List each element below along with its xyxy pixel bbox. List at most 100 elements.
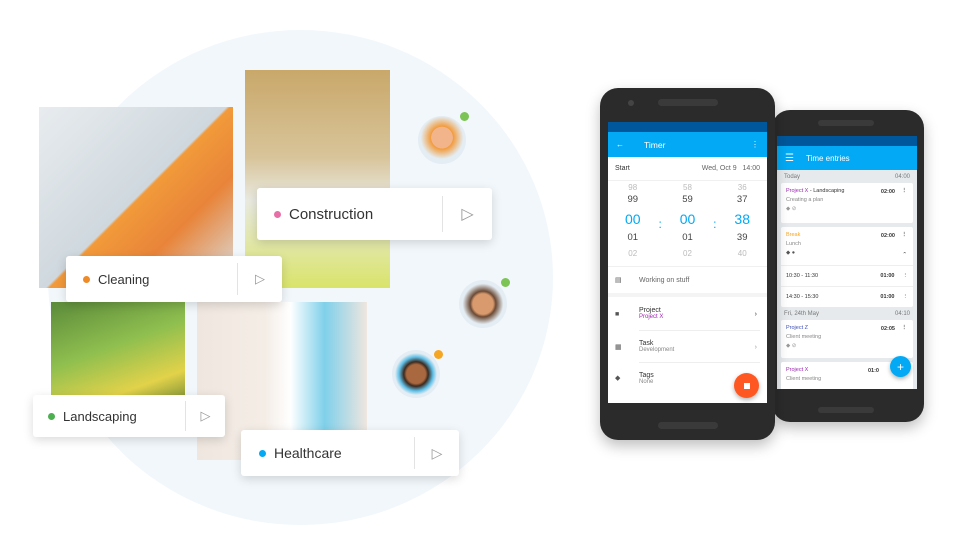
wheel-value: 98 (628, 183, 638, 192)
more-icon[interactable]: ⋮ (902, 232, 908, 238)
menu-icon[interactable]: ☰ (785, 153, 794, 164)
tags-value: None (639, 378, 654, 385)
project-row[interactable]: ■ Project Project X › (608, 297, 767, 331)
entry-project: Project X (786, 188, 809, 194)
description-text: Working on stuff (639, 276, 690, 284)
tag-icon: ◆ ● (786, 250, 796, 256)
task-value: Development (639, 347, 675, 353)
stop-icon (743, 382, 750, 389)
tag-icon: ◆ ⊘ (786, 343, 797, 349)
play-icon[interactable]: ▷ (442, 195, 492, 233)
stop-timer-button[interactable] (734, 373, 759, 398)
add-entry-button[interactable]: + (890, 356, 911, 377)
screen-title: Time entries (805, 153, 850, 163)
wheel-value: 36 (737, 183, 747, 192)
more-icon[interactable]: ⋮ (902, 325, 908, 331)
task-row[interactable]: ▦ Task Development › (608, 331, 767, 363)
wheel-value: 37 (736, 194, 748, 205)
away-status-dot (434, 350, 443, 359)
wheel-value: 40 (737, 249, 747, 258)
folder-icon: ■ (615, 310, 620, 318)
more-icon[interactable]: ⋮ (902, 188, 908, 194)
time-entry[interactable]: Project X - Landscaping Creating a plan … (781, 183, 913, 223)
avatar (418, 116, 466, 164)
chevron-right-icon: › (754, 310, 757, 318)
seconds-value: 38 (734, 211, 750, 227)
more-icon[interactable]: ⋮ (751, 140, 759, 149)
entry-description: Creating a plan (786, 197, 824, 203)
phone-timer: ← Timer ⋮ Start Wed, Oct 9 14:00 98 99 0… (600, 88, 775, 440)
back-arrow-icon[interactable]: ← (616, 140, 624, 149)
entry-task: Landscaping (813, 188, 845, 194)
category-card-cleaning[interactable]: Cleaning ▷ (66, 256, 282, 302)
avatar (459, 280, 507, 328)
online-status-dot (460, 112, 469, 121)
screen-title: Timer (644, 139, 666, 150)
avatar (392, 350, 440, 398)
hours-value: 00 (624, 211, 641, 227)
sub-entry-range: 14:30 - 15:30 (786, 294, 819, 300)
tags-label: Tags (639, 371, 654, 379)
category-card-construction[interactable]: Construction ▷ (257, 188, 492, 240)
entry-duration: 01:0 (867, 368, 879, 374)
sub-entry-range: 10:30 - 11:30 (786, 273, 819, 279)
category-card-healthcare[interactable]: Healthcare ▷ (241, 430, 459, 476)
wheel-value: 59 (682, 194, 693, 205)
sub-entry-duration: 01:00 (880, 294, 895, 300)
category-card-landscaping[interactable]: Landscaping ▷ (33, 395, 225, 437)
clipboard-icon: ▦ (615, 344, 622, 351)
group-date: Fri, 24th May (784, 310, 820, 317)
entry-duration: 02:00 (880, 189, 895, 195)
task-label: Task (639, 340, 654, 347)
minutes-value: 00 (679, 211, 696, 227)
entry-description: Client meeting (786, 334, 822, 340)
wheel-value: 99 (627, 194, 639, 205)
start-time[interactable]: 14:00 (742, 165, 760, 172)
seconds-wheel[interactable]: 36 37 38 39 40 (734, 183, 750, 266)
document-icon: ▤ (615, 277, 622, 284)
project-value: Project X (639, 314, 664, 320)
category-label: Construction (289, 205, 374, 223)
description-field[interactable]: ▤ Working on stuff (608, 267, 767, 297)
chevron-right-icon: › (754, 343, 757, 351)
play-icon[interactable]: ▷ (185, 401, 225, 431)
time-entry[interactable]: Project Z Client meeting ◆ ⊘ 02:05 ⋮ (781, 320, 913, 358)
duration-picker[interactable]: 98 99 00 01 02 : 58 59 00 01 02 : 36 37 … (608, 181, 767, 267)
tag-icon: ◆ ⊘ (786, 206, 797, 212)
entry-duration: 02:05 (880, 326, 895, 332)
phone-time-entries: ☰ Time entries Today 04:00 Project X - L… (772, 110, 924, 422)
category-dot (274, 210, 281, 218)
play-icon[interactable]: ▷ (237, 262, 282, 296)
wheel-value: 01 (682, 232, 693, 243)
tag-icon: ◆ (615, 375, 621, 382)
group-date: Today (784, 173, 801, 180)
entry-description: Client meeting (786, 376, 822, 382)
online-status-dot (501, 278, 510, 287)
start-label: Start (615, 165, 630, 172)
wheel-value: 01 (627, 232, 639, 243)
category-label: Landscaping (63, 408, 137, 424)
wheel-value: 58 (683, 183, 692, 192)
play-icon[interactable]: ▷ (414, 436, 459, 470)
time-separator: : (658, 217, 662, 231)
time-separator: : (713, 217, 717, 231)
more-icon[interactable]: ⋮ (903, 273, 909, 279)
more-icon[interactable]: ⋮ (903, 294, 909, 300)
chevron-up-icon[interactable]: ⌃ (902, 252, 907, 258)
time-entry-expanded[interactable]: Break Lunch ◆ ● 02:00 ⋮ ⌃ 10:30 - 11:30 0… (781, 227, 913, 307)
wheel-value: 02 (628, 249, 638, 258)
hours-wheel[interactable]: 98 99 00 01 02 (625, 183, 641, 266)
category-label: Healthcare (274, 445, 342, 461)
category-dot (259, 449, 266, 457)
entry-duration: 02:00 (880, 233, 895, 239)
sub-entry-duration: 01:00 (880, 273, 895, 279)
category-dot (48, 412, 55, 420)
wheel-value: 39 (736, 232, 748, 243)
entry-description: Lunch (786, 241, 801, 247)
group-total: 04:10 (894, 310, 910, 317)
project-label: Project (639, 307, 661, 314)
start-date[interactable]: Wed, Oct 9 (702, 165, 737, 172)
category-dot (83, 275, 90, 283)
wheel-value: 02 (683, 249, 692, 258)
minutes-wheel[interactable]: 58 59 00 01 02 (680, 183, 696, 266)
